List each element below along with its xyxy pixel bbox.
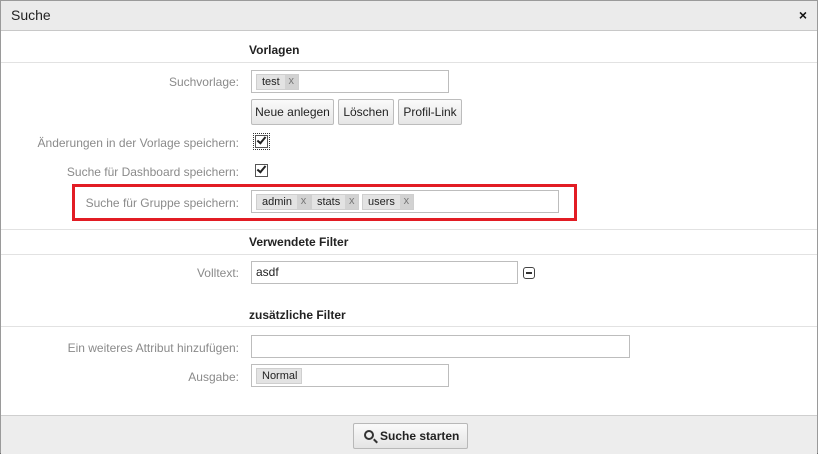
save-dashboard-label: Suche für Dashboard speichern:	[66, 165, 239, 179]
add-attribute-input[interactable]	[251, 335, 630, 358]
group-multiselect[interactable]: admin x stats x users x	[251, 190, 559, 213]
template-tag-label: test	[262, 76, 280, 88]
tag-remove-icon[interactable]: x	[296, 195, 310, 209]
divider	[1, 229, 817, 230]
save-group-label: Suche für Gruppe speichern:	[85, 196, 239, 210]
profile-link-button[interactable]: Profil-Link	[398, 99, 462, 125]
divider	[1, 254, 817, 255]
divider	[1, 326, 817, 327]
tag-remove-icon[interactable]: x	[399, 195, 413, 209]
group-tag-label: admin	[262, 196, 292, 208]
dialog-titlebar: Suche ×	[1, 1, 817, 31]
search-icon	[364, 430, 374, 440]
save-changes-label: Änderungen in der Vorlage speichern:	[37, 136, 239, 150]
divider	[1, 62, 817, 63]
section-additional-filters-heading: zusätzliche Filter	[249, 308, 346, 322]
output-label: Ausgabe:	[188, 370, 239, 384]
group-tag-label: stats	[317, 196, 341, 208]
checkmark-icon	[256, 134, 267, 145]
template-select[interactable]: test x	[251, 70, 449, 93]
new-template-button[interactable]: Neue anlegen	[251, 99, 334, 125]
dialog-footer: Suche starten	[1, 415, 817, 454]
fulltext-input[interactable]: asdf	[251, 261, 518, 284]
group-tag: admin x	[256, 194, 311, 210]
template-label: Suchvorlage:	[168, 75, 239, 89]
fulltext-value: asdf	[256, 265, 279, 279]
tag-remove-icon[interactable]: x	[345, 195, 359, 209]
close-icon[interactable]: ×	[799, 8, 807, 22]
dialog-title: Suche	[11, 7, 51, 23]
save-changes-checkbox[interactable]	[253, 133, 270, 150]
delete-template-button[interactable]: Löschen	[338, 99, 394, 125]
section-templates-heading: Vorlagen	[249, 43, 300, 57]
checkmark-icon	[256, 163, 267, 174]
add-attribute-label: Ein weiteres Attribut hinzufügen:	[67, 341, 239, 355]
save-dashboard-checkbox[interactable]	[255, 163, 268, 177]
output-tag: Normal	[256, 368, 303, 384]
group-tag-label: users	[368, 196, 395, 208]
remove-filter-icon[interactable]	[523, 267, 535, 279]
start-search-button[interactable]: Suche starten	[353, 423, 468, 449]
group-tag: users x	[362, 194, 414, 210]
output-select[interactable]: Normal	[251, 364, 449, 387]
tag-remove-icon[interactable]: x	[284, 75, 298, 89]
group-tag: stats x	[311, 194, 360, 210]
search-dialog: Suche × Vorlagen Suchvorlage: test x Neue…	[0, 0, 818, 454]
section-used-filters-heading: Verwendete Filter	[249, 235, 349, 249]
template-tag: test x	[256, 74, 299, 90]
fulltext-label: Volltext:	[196, 266, 239, 280]
start-search-label: Suche starten	[380, 429, 460, 443]
